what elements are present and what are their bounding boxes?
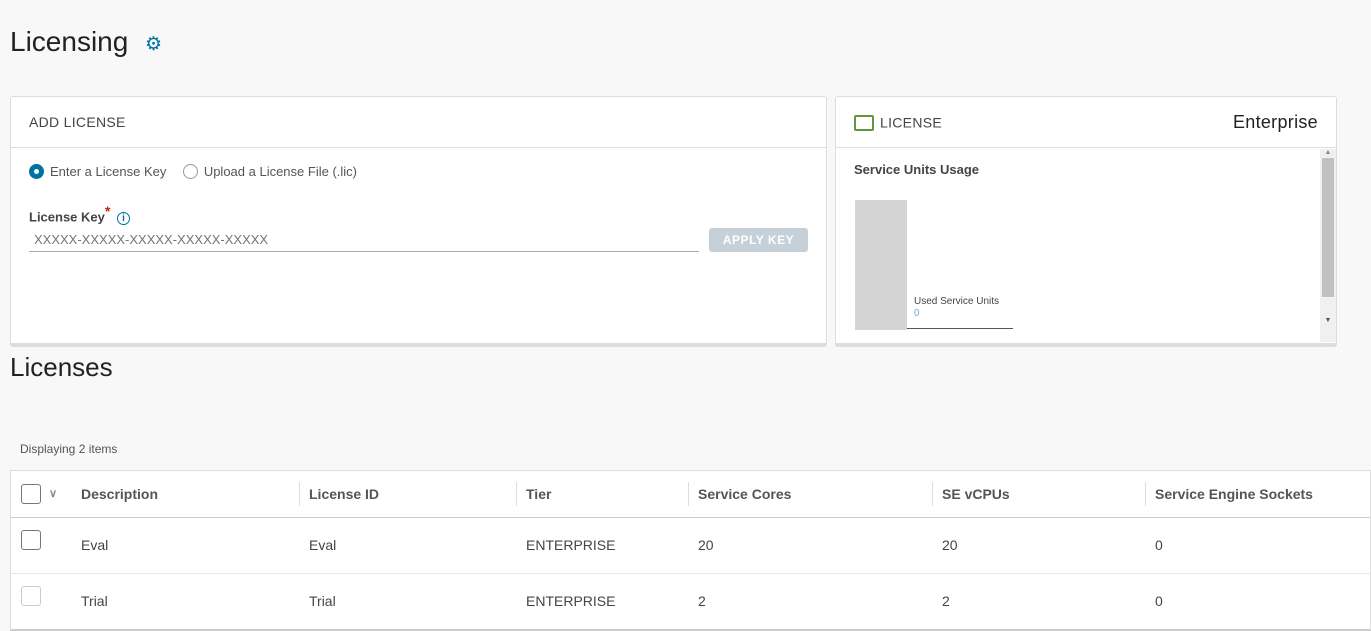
table-header: ∨ Description License ID Tier Service Co… (11, 471, 1370, 518)
add-license-card: ADD LICENSE Enter a License Key Upload a… (10, 96, 827, 347)
cell-service-cores: 2 (698, 593, 706, 610)
add-license-title: ADD LICENSE (11, 97, 826, 148)
used-label: Used Service Units (914, 296, 1000, 307)
cell-tier: ENTERPRISE (516, 517, 688, 574)
license-key-input[interactable] (29, 227, 699, 252)
license-card: LICENSE Enterprise Service Units Usage U… (835, 96, 1337, 347)
used-value: 0 (914, 308, 920, 319)
chevron-down-icon[interactable]: ∨ (49, 487, 57, 500)
radio-label: Enter a License Key (50, 164, 167, 180)
gear-icon[interactable]: ⚙ (145, 33, 162, 56)
cell-description: Trial (81, 593, 108, 610)
license-card-title: LICENSE (880, 114, 943, 131)
scrollbar[interactable]: ▲ ▼ (1320, 149, 1336, 342)
item-count: Displaying 2 items (20, 442, 118, 456)
apply-key-button[interactable]: APPLY KEY (709, 228, 808, 252)
cell-service-cores: 20 (688, 517, 932, 574)
scrollbar-thumb[interactable] (1322, 158, 1334, 297)
usage-bar (855, 200, 907, 330)
row-checkbox[interactable] (21, 530, 41, 550)
license-certificate-icon (854, 114, 874, 131)
radio-label: Upload a License File (.lic) (203, 164, 357, 180)
cell-se-vcpus: 20 (932, 517, 1145, 574)
cell-license-id: Trial (309, 593, 336, 610)
cell-description: Eval (71, 517, 299, 574)
col-description[interactable]: Description (71, 471, 299, 518)
cell-sockets: 0 (1155, 593, 1163, 610)
license-key-label: License Key (29, 209, 105, 225)
table-row[interactable]: Trial Trial ENTERPRISE 2 2 0 (11, 573, 1370, 629)
col-license-id[interactable]: License ID (299, 471, 516, 518)
col-service-cores[interactable]: Service Cores (688, 471, 932, 518)
radio-upload-file[interactable] (182, 164, 198, 180)
usage-title: Service Units Usage (854, 162, 980, 177)
cell-license-id: Eval (299, 517, 516, 574)
select-all-checkbox[interactable] (21, 483, 41, 504)
row-checkbox (21, 586, 41, 607)
table-row[interactable]: Eval Eval ENTERPRISE 20 20 0 (11, 517, 1370, 574)
radio-enter-key[interactable] (29, 164, 44, 180)
cell-sockets: 0 (1145, 517, 1370, 574)
info-icon[interactable]: i (116, 212, 130, 226)
col-se-vcpus[interactable]: SE vCPUs (932, 471, 1145, 518)
col-service-engine-sockets[interactable]: Service Engine Sockets (1145, 471, 1370, 518)
col-tier[interactable]: Tier (516, 471, 688, 518)
licenses-title: Licenses (10, 352, 113, 382)
required-mark: * (104, 203, 111, 219)
cell-tier: ENTERPRISE (526, 593, 616, 610)
licenses-table: ∨ Description License ID Tier Service Co… (10, 470, 1371, 631)
cell-se-vcpus: 2 (942, 593, 950, 610)
license-tier: Enterprise (1232, 111, 1318, 132)
usage-baseline (907, 328, 1013, 329)
page-title: Licensing (10, 26, 129, 57)
